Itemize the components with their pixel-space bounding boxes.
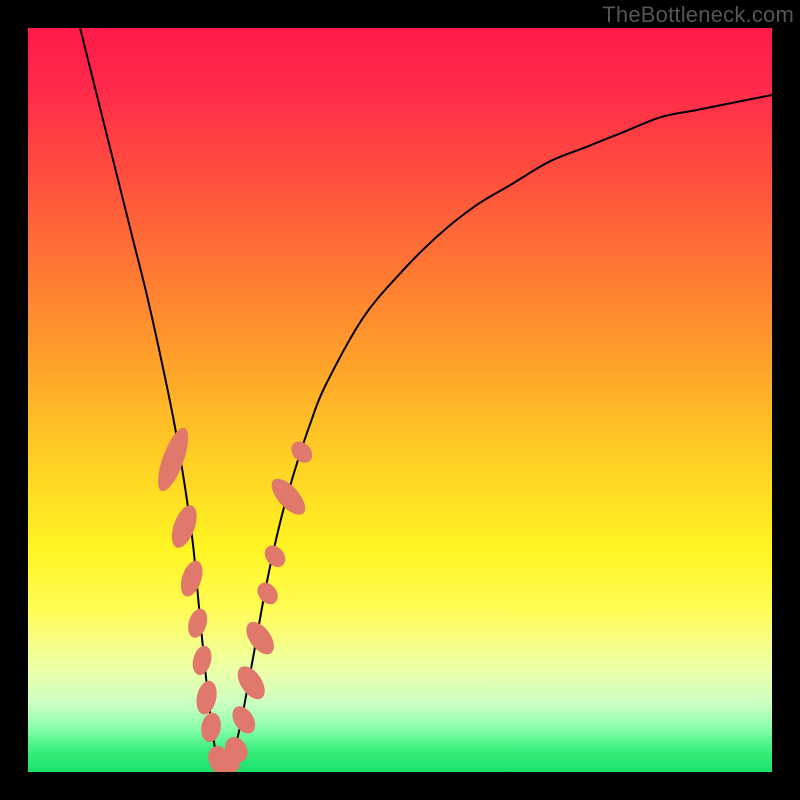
- data-marker: [228, 702, 260, 737]
- chart-frame: TheBottleneck.com: [0, 0, 800, 800]
- curve-layer: [28, 28, 772, 772]
- data-marker: [167, 502, 202, 551]
- data-marker: [266, 473, 311, 520]
- data-marker: [194, 679, 220, 716]
- data-marker: [185, 606, 210, 640]
- data-point-markers: [152, 424, 317, 772]
- data-marker: [177, 558, 207, 599]
- plot-area: [28, 28, 772, 772]
- data-marker: [253, 579, 282, 609]
- watermark-text: TheBottleneck.com: [602, 2, 794, 28]
- bottleneck-curve: [80, 28, 772, 772]
- data-marker: [199, 711, 223, 744]
- data-marker: [190, 644, 215, 677]
- data-marker: [287, 437, 316, 467]
- data-marker: [152, 424, 194, 494]
